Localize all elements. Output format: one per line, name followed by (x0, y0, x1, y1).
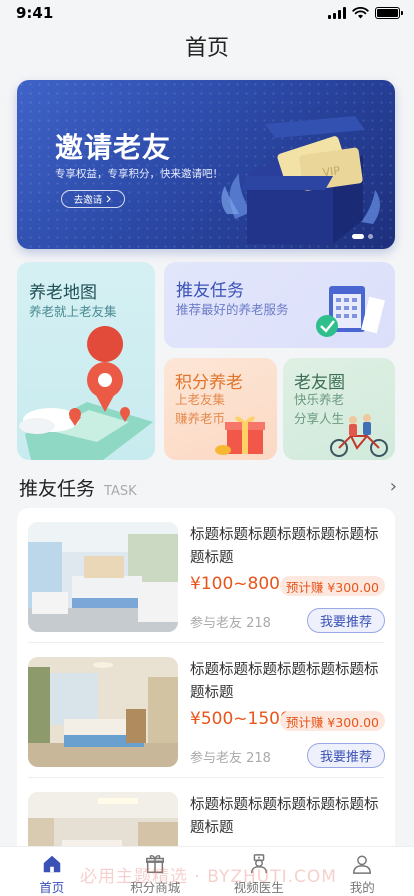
tab-video-doctor[interactable]: 视频医生 (207, 847, 311, 896)
task-section-subtitle: TASK (104, 484, 137, 499)
card-friend-circle[interactable]: 老友圈 快乐养老 分享人生 (283, 358, 395, 460)
card-points-line1: 上老友集 (175, 392, 226, 407)
chevron-right-icon (106, 195, 112, 203)
doctor-icon (250, 854, 267, 874)
task-title: 标题标题标题标题标题标题标题标题 (190, 662, 379, 701)
banner-dot[interactable] (368, 234, 373, 239)
gift-coin-illustration (215, 416, 265, 455)
list-item[interactable]: 标题标题标题标题标题标题标题标题 ¥100~800 预计赚 ¥300.00 参与… (17, 508, 395, 642)
banner-pagination[interactable] (352, 234, 373, 239)
battery-icon (375, 7, 403, 19)
list-item[interactable]: 标题标题标题标题标题标题标题标题 ¥500~1500 预计赚 ¥300.00 参… (17, 643, 395, 777)
task-title: 标题标题标题标题标题标题标题标题 (190, 797, 379, 836)
recommend-button[interactable]: 我要推荐 (307, 743, 385, 768)
user-icon (353, 855, 372, 874)
status-bar: 9:41 (0, 0, 414, 26)
banner-invite-button[interactable]: 去邀请 (61, 190, 125, 208)
ward-photo (28, 522, 178, 632)
cellular-signal-icon (328, 7, 346, 19)
tab-profile-label: 我的 (349, 880, 375, 895)
status-time: 9:41 (16, 4, 54, 22)
card-refer-task-title: 推友任务 (176, 281, 244, 301)
status-icons (328, 7, 403, 19)
tab-bar: 首页 积分商城 视频医生 我的 (0, 846, 414, 896)
map-pin-illustration (19, 326, 153, 460)
task-list: 标题标题标题标题标题标题标题标题 ¥100~800 预计赚 ¥300.00 参与… (17, 508, 395, 868)
calendar-check-illustration (316, 286, 385, 337)
task-participants: 参与老友 218 (190, 616, 271, 631)
room-photo (28, 657, 178, 767)
card-refer-task-subtitle: 推荐最好的养老服务 (176, 302, 289, 317)
card-points-elderly[interactable]: 积分养老 上老友集 赚养老币 (164, 358, 277, 460)
card-refer-task[interactable]: 推友任务 推荐最好的养老服务 (164, 262, 395, 348)
tab-video-doctor-label: 视频医生 (233, 880, 284, 895)
card-elderly-map[interactable]: 养老地图 养老就上老友集 (17, 262, 155, 460)
task-participants: 参与老友 218 (190, 751, 271, 766)
card-friend-circle-line1: 快乐养老 (294, 392, 345, 407)
recommend-button[interactable]: 我要推荐 (307, 608, 385, 633)
banner-invite-button-label: 去邀请 (73, 195, 103, 206)
task-price: ¥500~1500 (190, 709, 291, 729)
task-price: ¥100~800 (190, 574, 280, 594)
banner-dot-active[interactable] (352, 234, 364, 239)
banner-subtitle: 专享权益，专享积分，快来邀请吧！ (55, 168, 223, 180)
nav-bar: 首页 (0, 26, 414, 66)
gift-icon (146, 855, 165, 873)
task-estimate-badge: 预计赚 ¥300.00 (279, 711, 385, 731)
page-title: 首页 (184, 36, 229, 61)
task-estimate-badge: 预计赚 ¥300.00 (279, 576, 385, 596)
home-icon (43, 855, 60, 873)
tab-home-label: 首页 (39, 880, 65, 895)
wifi-icon (352, 7, 369, 19)
tab-points-mall[interactable]: 积分商城 (104, 847, 208, 896)
tab-home[interactable]: 首页 (0, 847, 104, 896)
gift-box-illustration: VIP VIP (221, 116, 380, 244)
invite-banner[interactable]: 邀请老友 专享权益，专享积分，快来邀请吧！ 去邀请 VIP VIP (17, 80, 395, 249)
chevron-right-icon[interactable]: › (390, 476, 397, 497)
tab-profile[interactable]: 我的 (311, 847, 414, 896)
tandem-bike-illustration (330, 414, 388, 457)
task-section-header: 推友任务 TASK › (19, 474, 399, 502)
task-section-title: 推友任务 (19, 478, 96, 500)
banner-title: 邀请老友 (55, 131, 172, 164)
task-title: 标题标题标题标题标题标题标题标题 (190, 527, 379, 566)
tab-points-mall-label: 积分商城 (130, 880, 181, 895)
